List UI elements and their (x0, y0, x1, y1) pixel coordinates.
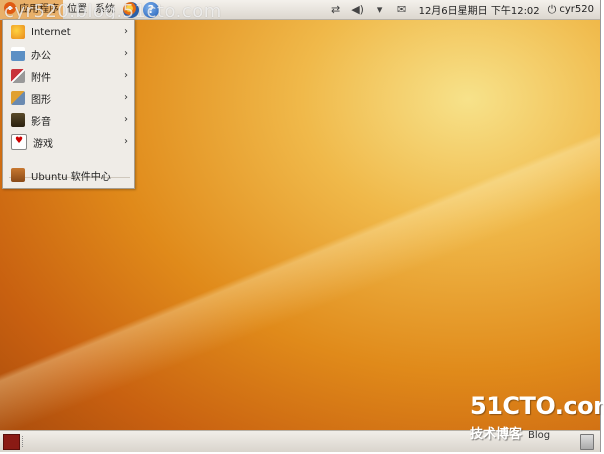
menu-applications[interactable]: 应用程序 (0, 0, 63, 19)
ubuntu-logo-icon (4, 2, 16, 14)
network-icon[interactable]: ⇄ (329, 3, 343, 16)
panel-handle (22, 436, 26, 447)
menu-item-software-center[interactable]: Ubuntu 软件中心 (3, 165, 134, 185)
games-icon: ♥ (11, 134, 27, 150)
menu-item-label: 附件 (31, 72, 51, 84)
menu-item-accessories[interactable]: 附件 › (3, 66, 134, 86)
menu-applications-label: 应用程序 (19, 4, 59, 15)
internet-icon (11, 25, 25, 39)
media-icon (11, 113, 25, 127)
menu-places[interactable]: 位置 (63, 0, 91, 19)
menu-item-label: Ubuntu 软件中心 (31, 171, 111, 183)
user-name: cyr520 (559, 4, 594, 15)
chevron-right-icon: › (124, 48, 128, 59)
volume-icon[interactable]: ◀) (351, 3, 365, 16)
menu-system[interactable]: 系统 (91, 0, 119, 19)
menu-item-label: 影音 (31, 116, 51, 128)
menu-item-graphics[interactable]: 图形 › (3, 88, 134, 108)
menu-item-label: Internet (31, 26, 71, 38)
chevron-right-icon: › (124, 70, 128, 81)
power-icon: ⏻ (547, 2, 557, 16)
menu-item-label: 游戏 (33, 138, 53, 150)
menu-item-internet[interactable]: Internet › (3, 22, 134, 42)
chevron-right-icon: › (124, 26, 128, 37)
software-center-icon (11, 168, 25, 182)
menu-item-office[interactable]: 办公 › (3, 44, 134, 64)
accessories-icon (11, 69, 25, 83)
office-icon (11, 47, 25, 61)
trash-icon[interactable] (580, 434, 594, 450)
help-icon[interactable]: ? (143, 1, 159, 18)
watermark-sub: 技术博客 Blog (470, 423, 550, 442)
chevron-right-icon: › (124, 92, 128, 103)
system-tray: ⇄ ◀) ▾ ✉ 12月6日星期日 下午12:02 ⏻ cyr520 (325, 0, 600, 19)
user-menu[interactable]: ⏻ cyr520 (546, 3, 600, 17)
graphics-icon (11, 91, 25, 105)
clock[interactable]: 12月6日星期日 下午12:02 (413, 2, 546, 17)
menu-item-games[interactable]: ♥ 游戏 › (3, 132, 134, 152)
watermark-blog: Blog (528, 430, 551, 441)
signal-icon[interactable]: ▾ (373, 3, 387, 16)
menu-item-label: 办公 (31, 50, 51, 62)
mail-icon[interactable]: ✉ (395, 3, 409, 16)
top-panel: 应用程序 位置 系统 ? ⇄ ◀) ▾ ✉ 12月6日星期日 下午12:02 ⏻… (0, 0, 600, 20)
chevron-right-icon: › (124, 114, 128, 125)
watermark-logo: 51CTO.com (470, 392, 604, 420)
watermark-sub-text: 技术博客 (470, 427, 523, 442)
show-desktop-icon[interactable] (3, 434, 20, 450)
menu-item-label: 图形 (31, 94, 51, 106)
menu-item-media[interactable]: 影音 › (3, 110, 134, 130)
applications-menu: Internet › 办公 › 附件 › 图形 › 影音 › ♥ 游戏 › Ub… (2, 19, 135, 189)
chevron-right-icon: › (124, 136, 128, 147)
firefox-icon[interactable] (123, 1, 139, 18)
